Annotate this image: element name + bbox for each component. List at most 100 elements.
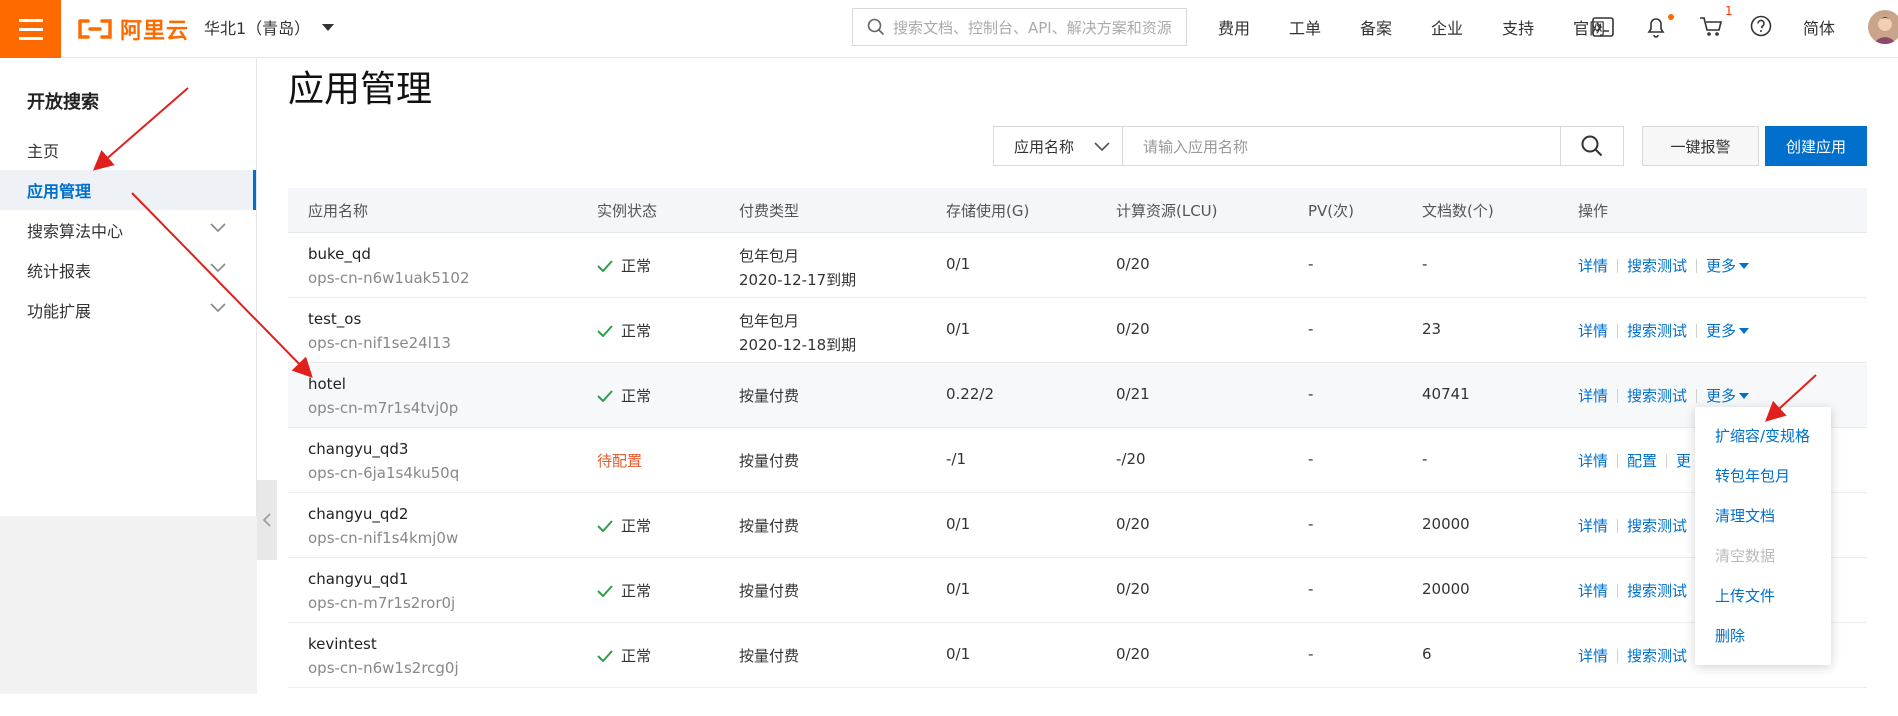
sidebar-footer-area [0, 516, 257, 694]
sidebar-item-search-algorithm-center[interactable]: 搜索算法中心 [0, 210, 256, 250]
search-test-link[interactable]: 搜索测试 [1627, 255, 1687, 276]
app-id: ops-cn-m7r1s4tvj0p [308, 399, 459, 417]
bell-icon[interactable] [1645, 15, 1667, 39]
region-selector[interactable]: 华北1（青岛） [204, 15, 335, 39]
sidebar-collapse-button[interactable] [257, 480, 277, 560]
search-test-link[interactable]: 搜索测试 [1627, 645, 1687, 666]
configure-link[interactable]: 配置 [1627, 450, 1657, 471]
check-icon [597, 584, 613, 597]
menu-item-delete[interactable]: 删除 [1695, 615, 1831, 655]
nav-link-ticket[interactable]: 工单 [1289, 15, 1321, 39]
more-actions-dropdown: 扩缩容/变规格 转包年包月 清理文档 清空数据 上传文件 删除 [1695, 407, 1831, 665]
app-id: ops-cn-m7r1s2ror0j [308, 594, 456, 612]
status-text: 正常 [621, 257, 652, 275]
chevron-left-icon [263, 513, 271, 527]
search-test-link[interactable]: 搜索测试 [1627, 580, 1687, 601]
doc-count: 20000 [1422, 515, 1470, 533]
app-id: ops-cn-nif1s4kmj0w [308, 529, 459, 547]
sidebar: 开放搜索 主页 应用管理 搜索算法中心 统计报表 功能扩展 [0, 58, 257, 516]
details-link[interactable]: 详情 [1578, 580, 1608, 601]
sidebar-item-app-management[interactable]: 应用管理 [0, 170, 256, 210]
help-icon[interactable] [1750, 15, 1772, 37]
compute-resource: 0/20 [1116, 580, 1150, 598]
app-name-search-input[interactable]: 请输入应用名称 [1122, 126, 1561, 166]
details-link[interactable]: 详情 [1578, 385, 1608, 406]
terminal-icon[interactable] [1592, 17, 1614, 37]
region-label: 华北1（青岛） [204, 19, 311, 38]
compute-resource: 0/20 [1116, 255, 1150, 273]
logo-text: 阿里云 [120, 19, 190, 44]
chevron-down-icon [210, 223, 226, 233]
sidebar-item-label: 功能扩展 [27, 302, 92, 321]
menu-item-clean-docs[interactable]: 清理文档 [1695, 495, 1831, 535]
instance-status: 正常 [597, 320, 651, 341]
one-click-alarm-button[interactable]: 一键报警 [1642, 126, 1759, 166]
search-icon [1581, 135, 1603, 157]
storage-usage: 0/1 [946, 645, 971, 663]
filter-field-select[interactable]: 应用名称 [993, 126, 1123, 166]
user-avatar[interactable] [1868, 10, 1898, 44]
more-link[interactable]: 更 [1676, 450, 1691, 471]
storage-usage: 0.22/2 [946, 385, 994, 403]
doc-count: - [1422, 255, 1428, 273]
search-test-link[interactable]: 搜索测试 [1627, 515, 1687, 536]
top-navigation-bar: 阿里云 华北1（青岛） 搜索文档、控制台、API、解决方案和资源 费用 工单 备… [0, 0, 1898, 58]
column-header: 应用名称 [308, 202, 369, 220]
details-link[interactable]: 详情 [1578, 450, 1608, 471]
column-header: 存储使用(G) [946, 202, 1030, 220]
aliyun-logo-icon [78, 19, 112, 39]
search-test-link[interactable]: 搜索测试 [1627, 320, 1687, 341]
menu-item-convert-subscription[interactable]: 转包年包月 [1695, 455, 1831, 495]
aliyun-logo[interactable]: 阿里云 [76, 13, 189, 45]
app-name: hotel [308, 375, 346, 393]
row-operations: 详情 配置 更 [1578, 450, 1691, 471]
pay-type: 按量付费 [739, 582, 800, 600]
row-operations: 详情 搜索测试 [1578, 645, 1687, 666]
search-test-link[interactable]: 搜索测试 [1627, 385, 1687, 406]
table-row: changyu_qd3 ops-cn-6ja1s4ku50q 待配置 按量付费 … [288, 428, 1867, 493]
menu-item-upload-file[interactable]: 上传文件 [1695, 575, 1831, 615]
sidebar-item-statistics-report[interactable]: 统计报表 [0, 250, 256, 290]
pay-expiry: 2020-12-17到期 [739, 271, 857, 289]
nav-link-fee[interactable]: 费用 [1218, 15, 1250, 39]
app-id: ops-cn-nif1se24l13 [308, 334, 451, 352]
global-search-input[interactable]: 搜索文档、控制台、API、解决方案和资源 [852, 8, 1187, 46]
table-header: 应用名称 实例状态 付费类型 存储使用(G) 计算资源(LCU) PV(次) 文… [288, 188, 1867, 233]
sidebar-item-home[interactable]: 主页 [0, 130, 256, 170]
more-link[interactable]: 更多 [1706, 255, 1736, 276]
cart-icon[interactable] [1699, 16, 1723, 38]
more-link[interactable]: 更多 [1706, 320, 1736, 341]
caret-down-icon [322, 23, 335, 31]
app-search-button[interactable] [1560, 126, 1624, 166]
column-header: PV(次) [1308, 202, 1355, 220]
pay-type: 按量付费 [739, 387, 800, 405]
details-link[interactable]: 详情 [1578, 255, 1608, 276]
hamburger-menu-button[interactable] [0, 0, 61, 58]
nav-link-support[interactable]: 支持 [1502, 15, 1534, 39]
doc-count: 23 [1422, 320, 1442, 338]
check-icon [597, 259, 613, 272]
sidebar-item-feature-extension[interactable]: 功能扩展 [0, 290, 256, 330]
details-link[interactable]: 详情 [1578, 320, 1608, 341]
pv-count: - [1308, 450, 1314, 468]
check-icon [597, 519, 613, 532]
nav-link-enterprise[interactable]: 企业 [1431, 15, 1463, 39]
check-icon [597, 324, 613, 337]
status-text: 正常 [621, 322, 652, 340]
doc-count: 40741 [1422, 385, 1470, 403]
caret-down-icon [1739, 327, 1750, 334]
create-app-button[interactable]: 创建应用 [1765, 126, 1867, 166]
more-link[interactable]: 更多 [1706, 385, 1736, 406]
table-row: test_os ops-cn-nif1se24l13 正常 包年包月 2020-… [288, 298, 1867, 363]
nav-link-filing[interactable]: 备案 [1360, 15, 1392, 39]
status-text: 正常 [621, 582, 652, 600]
details-link[interactable]: 详情 [1578, 645, 1608, 666]
row-operations: 详情 搜索测试 更多 [1578, 385, 1750, 406]
language-switch[interactable]: 简体 [1803, 15, 1835, 39]
filter-select-value: 应用名称 [1014, 137, 1075, 156]
app-id: ops-cn-n6w1uak5102 [308, 269, 470, 287]
app-name: test_os [308, 310, 362, 328]
pay-type: 按量付费 [739, 452, 800, 470]
menu-item-scale-spec[interactable]: 扩缩容/变规格 [1695, 415, 1831, 455]
details-link[interactable]: 详情 [1578, 515, 1608, 536]
